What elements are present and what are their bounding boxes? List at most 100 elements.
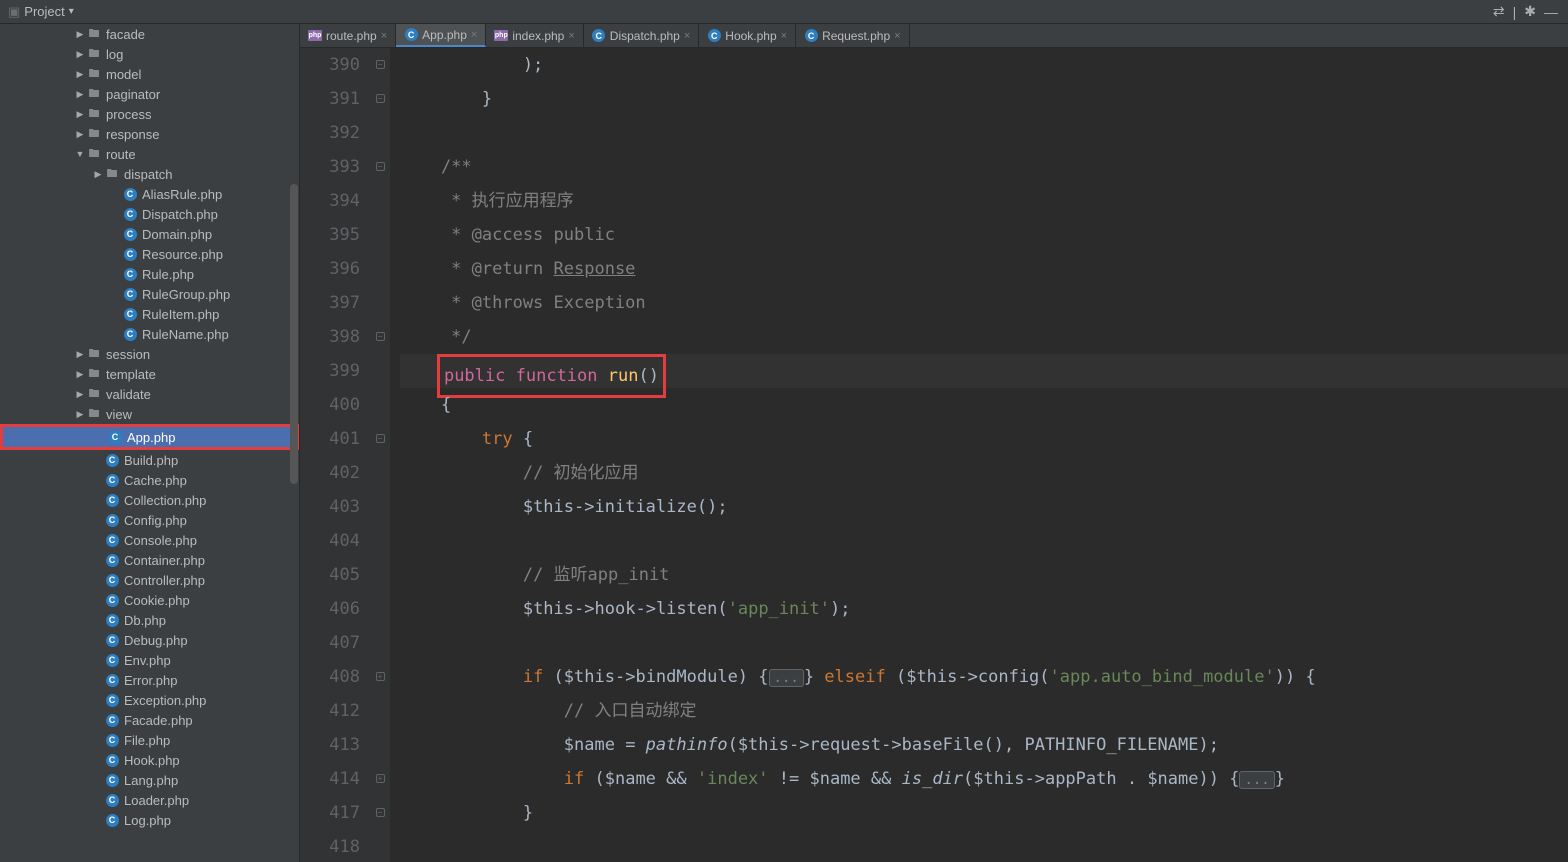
fold-gutter[interactable]: −−−−−++− [370,48,390,862]
fold-marker[interactable]: − [370,48,390,82]
fold-marker[interactable] [370,592,390,626]
tree-expand-arrow[interactable]: ▼ [74,149,86,159]
code-line[interactable]: public function run() [400,354,1568,388]
code-line[interactable]: // 初始化应用 [400,456,1568,490]
tree-item-exception-php[interactable]: CException.php [0,690,299,710]
fold-marker[interactable] [370,218,390,252]
close-icon[interactable]: × [471,29,477,41]
tree-item-loader-php[interactable]: CLoader.php [0,790,299,810]
tree-item-cache-php[interactable]: CCache.php [0,470,299,490]
tree-item-facade-php[interactable]: CFacade.php [0,710,299,730]
tree-item-dispatch-php[interactable]: CDispatch.php [0,204,299,224]
editor-tab-app-php[interactable]: CApp.php× [396,24,486,47]
tree-item-validate[interactable]: ▶🖿validate [0,384,299,404]
collapse-icon[interactable]: ⇄ [1493,3,1505,20]
fold-marker[interactable] [370,830,390,862]
code-line[interactable]: try { [400,422,1568,456]
tree-item-error-php[interactable]: CError.php [0,670,299,690]
code-line[interactable]: */ [400,320,1568,354]
tree-item-log[interactable]: ▶🖿log [0,44,299,64]
fold-marker[interactable]: − [370,422,390,456]
fold-marker[interactable]: − [370,150,390,184]
code-line[interactable] [400,116,1568,150]
tree-item-db-php[interactable]: CDb.php [0,610,299,630]
editor-tab-dispatch-php[interactable]: CDispatch.php× [584,24,699,47]
close-icon[interactable]: × [781,30,787,42]
close-icon[interactable]: × [894,30,900,42]
tree-item-cookie-php[interactable]: CCookie.php [0,590,299,610]
code-line[interactable]: /** [400,150,1568,184]
project-dropdown-button[interactable]: ▣ Project ▾ [0,0,82,23]
code-line[interactable]: if ($this->bindModule) {...} elseif ($th… [400,660,1568,694]
code-line[interactable]: $this->initialize(); [400,490,1568,524]
tree-item-build-php[interactable]: CBuild.php [0,450,299,470]
tree-expand-arrow[interactable]: ▶ [74,349,86,360]
tree-expand-arrow[interactable]: ▶ [74,29,86,40]
code-line[interactable]: $this->hook->listen('app_init'); [400,592,1568,626]
fold-marker[interactable] [370,456,390,490]
tree-item-app-php[interactable]: CApp.php [0,424,299,450]
tree-item-container-php[interactable]: CContainer.php [0,550,299,570]
tree-item-rule-php[interactable]: CRule.php [0,264,299,284]
fold-marker[interactable] [370,694,390,728]
tree-expand-arrow[interactable]: ▶ [74,369,86,380]
code-line[interactable] [400,524,1568,558]
fold-marker[interactable]: − [370,82,390,116]
code-editor[interactable]: 3903913923933943953963973983994004014024… [300,48,1568,862]
tree-item-controller-php[interactable]: CController.php [0,570,299,590]
tree-item-hook-php[interactable]: CHook.php [0,750,299,770]
code-line[interactable] [400,626,1568,660]
fold-marker[interactable] [370,388,390,422]
tree-item-facade[interactable]: ▶🖿facade [0,24,299,44]
fold-marker[interactable] [370,286,390,320]
tree-expand-arrow[interactable]: ▶ [92,169,104,180]
tree-item-ruleitem-php[interactable]: CRuleItem.php [0,304,299,324]
close-icon[interactable]: × [684,30,690,42]
tree-item-debug-php[interactable]: CDebug.php [0,630,299,650]
tree-item-process[interactable]: ▶🖿process [0,104,299,124]
code-line[interactable]: } [400,796,1568,830]
code-line[interactable]: // 监听app_init [400,558,1568,592]
tree-expand-arrow[interactable]: ▶ [74,409,86,420]
tree-item-paginator[interactable]: ▶🖿paginator [0,84,299,104]
tree-expand-arrow[interactable]: ▶ [74,109,86,120]
tree-item-response[interactable]: ▶🖿response [0,124,299,144]
fold-marker[interactable]: − [370,320,390,354]
tree-expand-arrow[interactable]: ▶ [74,69,86,80]
fold-marker[interactable]: − [370,796,390,830]
fold-marker[interactable] [370,524,390,558]
fold-marker[interactable]: + [370,762,390,796]
close-icon[interactable]: × [568,30,574,42]
tree-item-template[interactable]: ▶🖿template [0,364,299,384]
fold-marker[interactable] [370,354,390,388]
fold-marker[interactable] [370,626,390,660]
tree-item-dispatch[interactable]: ▶🖿dispatch [0,164,299,184]
tree-item-lang-php[interactable]: CLang.php [0,770,299,790]
close-icon[interactable]: × [381,30,387,42]
code-line[interactable]: * @return Response [400,252,1568,286]
tree-item-env-php[interactable]: CEnv.php [0,650,299,670]
settings-icon[interactable]: ✱ [1524,3,1536,20]
sidebar-scrollbar-thumb[interactable] [290,184,298,484]
tree-item-route[interactable]: ▼🖿route [0,144,299,164]
tree-expand-arrow[interactable]: ▶ [74,129,86,140]
fold-marker[interactable]: + [370,660,390,694]
tree-item-domain-php[interactable]: CDomain.php [0,224,299,244]
tree-item-log-php[interactable]: CLog.php [0,810,299,830]
tree-expand-arrow[interactable]: ▶ [74,389,86,400]
code-line[interactable]: ); [400,48,1568,82]
tree-item-config-php[interactable]: CConfig.php [0,510,299,530]
code-line[interactable]: $name = pathinfo($this->request->baseFil… [400,728,1568,762]
tree-item-aliasrule-php[interactable]: CAliasRule.php [0,184,299,204]
fold-marker[interactable] [370,558,390,592]
fold-marker[interactable] [370,728,390,762]
tree-item-collection-php[interactable]: CCollection.php [0,490,299,510]
tree-item-file-php[interactable]: CFile.php [0,730,299,750]
code-content[interactable]: ); } /** * 执行应用程序 * @access public * @re… [390,48,1568,862]
tree-item-resource-php[interactable]: CResource.php [0,244,299,264]
fold-marker[interactable] [370,490,390,524]
tree-item-session[interactable]: ▶🖿session [0,344,299,364]
tree-item-console-php[interactable]: CConsole.php [0,530,299,550]
fold-marker[interactable] [370,184,390,218]
editor-tab-request-php[interactable]: CRequest.php× [796,24,910,47]
